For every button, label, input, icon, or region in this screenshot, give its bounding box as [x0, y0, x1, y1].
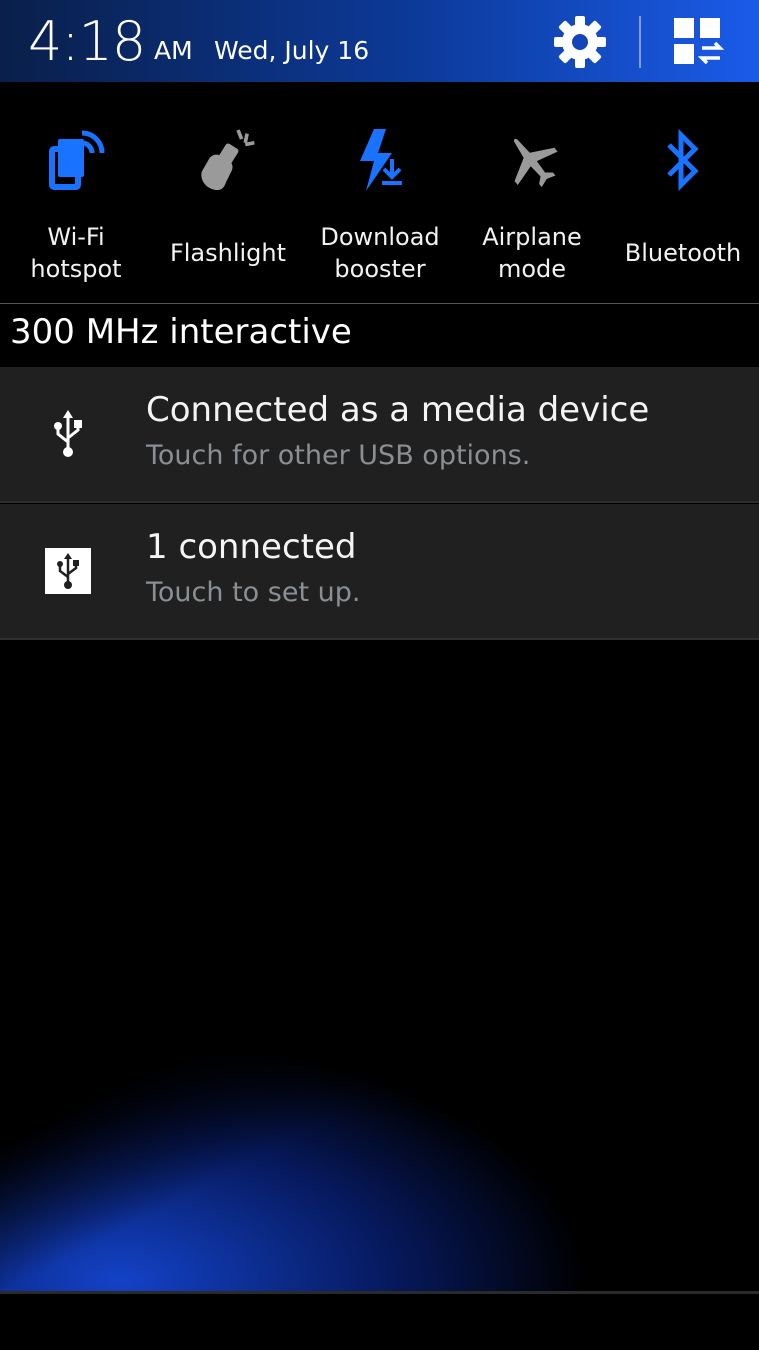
date-label[interactable]: Wed, July 16: [214, 36, 369, 66]
toggle-label: Airplane mode: [482, 223, 582, 283]
notification-title: 1 connected: [146, 527, 357, 567]
cpu-status-text: 300 MHz interactive: [10, 312, 352, 352]
clock-ampm: AM: [154, 36, 193, 65]
settings-button[interactable]: [552, 14, 608, 70]
status-header: 4:18 AM Wed, July 16: [0, 0, 759, 82]
toggle-airplane-mode[interactable]: Airplane mode: [456, 82, 608, 302]
gear-icon: [554, 16, 606, 68]
usb-icon: [40, 405, 96, 463]
grid-toggle-icon: [674, 18, 725, 65]
toggle-flashlight[interactable]: Flashlight: [152, 82, 304, 302]
toggles-divider: [0, 303, 759, 304]
notification-title: Connected as a media device: [146, 390, 650, 430]
notification-usb-media[interactable]: Connected as a media device Touch for ot…: [0, 367, 759, 503]
toggle-label: Download booster: [320, 223, 440, 283]
bottom-bar: [0, 1294, 759, 1350]
toggle-label: Wi-Fi hotspot: [30, 223, 122, 283]
airplane-icon: [502, 120, 562, 200]
wallpaper-shadow: [0, 640, 759, 1292]
download-booster-icon: [350, 120, 410, 200]
toggle-bluetooth[interactable]: Bluetooth: [607, 82, 759, 302]
toggle-wifi-hotspot[interactable]: Wi-Fi hotspot: [0, 82, 152, 302]
flashlight-icon: [198, 120, 258, 200]
header-divider: [639, 16, 641, 68]
toggle-label: Bluetooth: [624, 239, 742, 267]
clock-time: 4:18: [28, 10, 146, 73]
notification-subtitle: Touch for other USB options.: [146, 440, 531, 471]
wifi-hotspot-icon: [46, 120, 106, 200]
toggle-download-booster[interactable]: Download booster: [304, 82, 456, 302]
notification-usb-tethering[interactable]: 1 connected Touch to set up.: [0, 504, 759, 640]
edit-toggles-button[interactable]: [670, 14, 726, 70]
usb-tethering-icon: [40, 542, 96, 600]
bluetooth-icon: [653, 120, 713, 200]
notification-subtitle: Touch to set up.: [146, 577, 361, 608]
toggle-label: Flashlight: [169, 239, 287, 267]
quick-settings-panel: Wi-Fi hotspot Flashlight Download booste…: [0, 82, 759, 302]
notification-shade: 4:18 AM Wed, July 16 Wi-Fi hotspot Flash…: [0, 0, 759, 1350]
